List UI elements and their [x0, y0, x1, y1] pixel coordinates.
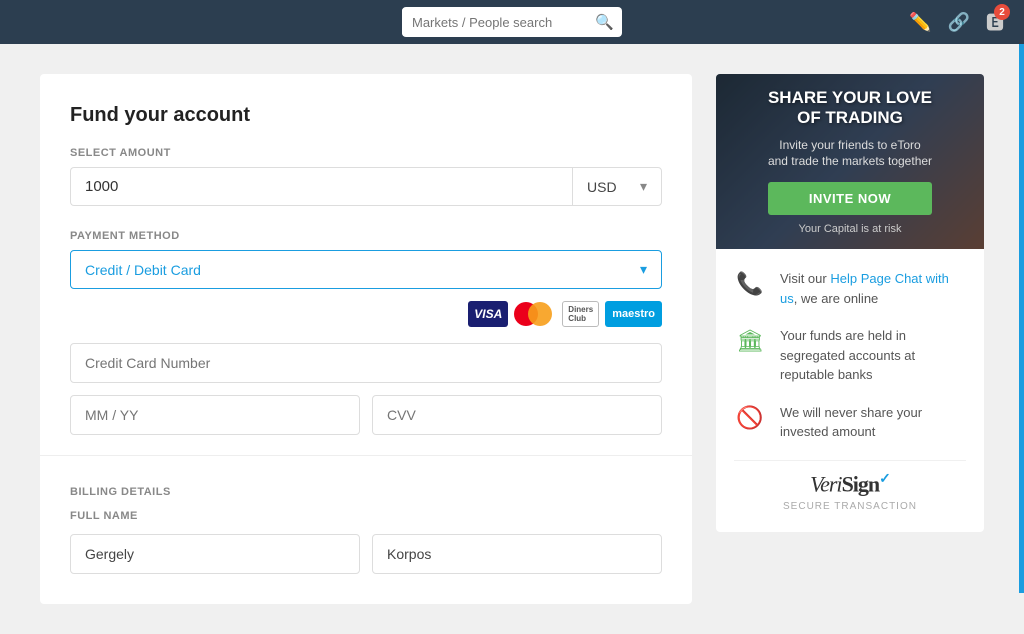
payment-label: PAYMENT METHOD	[70, 230, 662, 242]
invite-banner: SHARE YOUR LOVEOF TRADING Invite your fr…	[716, 74, 984, 249]
help-page-link[interactable]: Help Page	[830, 271, 891, 286]
accent-bar	[1019, 44, 1024, 593]
card-logos: VISA DinersClub maestro	[70, 301, 662, 327]
last-name-input[interactable]	[372, 534, 662, 574]
currency-value: USD	[587, 179, 617, 195]
edit-icon[interactable]: ✏️	[909, 12, 931, 33]
payment-method-label: Credit / Debit Card	[85, 262, 201, 278]
info-panel: 📞 Visit our Help Page Chat with us, we a…	[716, 249, 984, 532]
amount-input[interactable]	[70, 167, 572, 206]
invite-caption: Your Capital is at risk	[768, 223, 932, 235]
amount-label: SELECT AMOUNT	[70, 147, 662, 159]
notification-badge[interactable]: 🅴 2	[986, 9, 1004, 35]
visa-logo: VISA	[468, 301, 508, 327]
search-bar[interactable]: 🔍	[402, 7, 622, 37]
billing-name-row	[70, 534, 662, 574]
billing-label: BILLING DETAILS	[70, 486, 662, 498]
page-title: Fund your account	[70, 104, 662, 127]
billing-section: BILLING DETAILS FULL NAME	[70, 476, 662, 574]
search-input[interactable]	[402, 9, 587, 36]
card-expiry-cvv-row	[70, 395, 662, 435]
bank-icon: 🏛	[734, 328, 766, 354]
credit-card-number-input[interactable]	[70, 343, 662, 383]
verisign-logo: VeriSign✓	[734, 471, 966, 497]
maestro-logo: maestro	[605, 301, 662, 327]
main-content: Fund your account SELECT AMOUNT USD PAYM…	[0, 44, 1024, 634]
invite-subtitle: Invite your friends to eToroand trade th…	[768, 137, 932, 171]
invite-content: SHARE YOUR LOVEOF TRADING Invite your fr…	[768, 88, 932, 235]
invite-title: SHARE YOUR LOVEOF TRADING	[768, 88, 932, 129]
currency-chevron	[640, 178, 647, 195]
fund-account-panel: Fund your account SELECT AMOUNT USD PAYM…	[40, 74, 692, 604]
currency-select[interactable]: USD	[572, 167, 662, 206]
top-navigation: 🔍 ✏️ 🔗 🅴 2	[0, 0, 1024, 44]
fullname-label: FULL NAME	[70, 510, 662, 522]
funds-item: 🏛 Your funds are held in segregated acco…	[734, 326, 966, 385]
no-share-icon: 🚫	[734, 405, 766, 431]
amount-row: USD	[70, 167, 662, 206]
funds-text: Your funds are held in segregated accoun…	[780, 326, 966, 385]
share-text: We will never share your invested amount	[780, 403, 966, 442]
right-panel: SHARE YOUR LOVEOF TRADING Invite your fr…	[716, 74, 984, 604]
mastercard-right	[528, 302, 552, 326]
share-icon[interactable]: 🔗	[948, 12, 970, 33]
section-divider	[40, 455, 692, 456]
cvv-input[interactable]	[372, 395, 662, 435]
notification-count: 2	[994, 4, 1010, 20]
topnav-icons: ✏️ 🔗 🅴 2	[909, 9, 1004, 35]
secure-label: SECURE TRANSACTION	[734, 501, 966, 512]
search-button[interactable]: 🔍	[587, 7, 622, 37]
first-name-input[interactable]	[70, 534, 360, 574]
payment-section: PAYMENT METHOD Credit / Debit Card VISA …	[70, 230, 662, 435]
share-item: 🚫 We will never share your invested amou…	[734, 403, 966, 442]
payment-method-dropdown[interactable]: Credit / Debit Card	[70, 250, 662, 289]
payment-chevron	[640, 261, 647, 278]
verisign-area: VeriSign✓ SECURE TRANSACTION	[734, 460, 966, 512]
phone-icon: 📞	[734, 271, 766, 297]
help-chat-text: Visit our Help Page Chat with us, we are…	[780, 269, 966, 308]
expiry-input[interactable]	[70, 395, 360, 435]
help-chat-item: 📞 Visit our Help Page Chat with us, we a…	[734, 269, 966, 308]
invite-now-button[interactable]: INVITE NOW	[768, 182, 932, 215]
diners-logo: DinersClub	[562, 301, 599, 327]
